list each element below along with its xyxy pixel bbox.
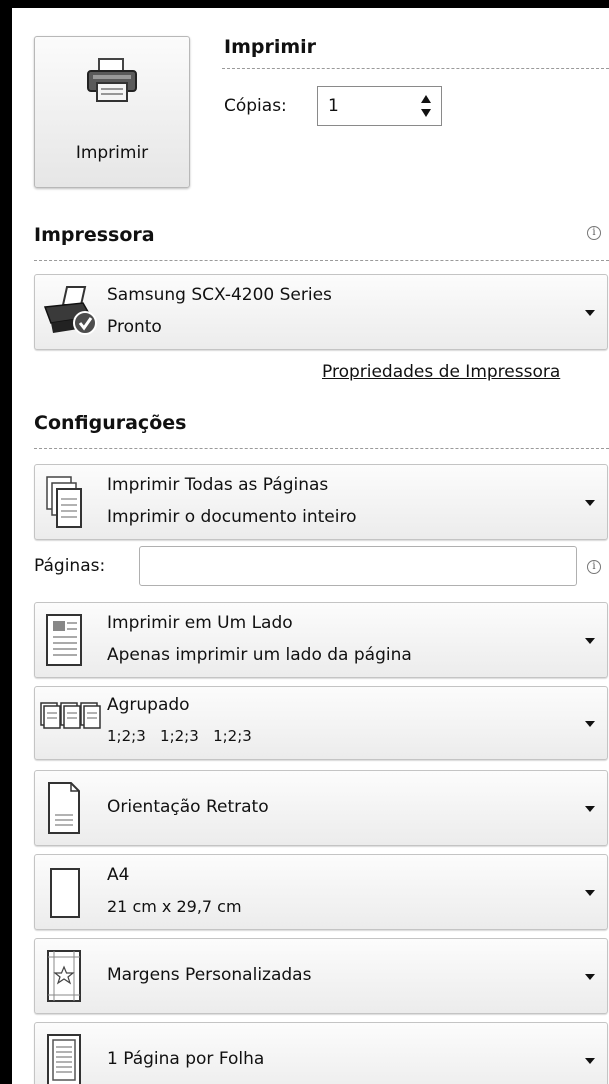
chevron-down-icon (585, 974, 595, 980)
collation-desc: 1;2;3 1;2;3 1;2;3 (107, 727, 252, 745)
printer-select[interactable]: Samsung SCX-4200 Series Pronto (34, 274, 608, 350)
divider (34, 448, 609, 449)
paper-size-icon (45, 867, 85, 925)
print-button-label: Imprimir (75, 143, 149, 163)
duplex-title: Imprimir em Um Lado (107, 613, 293, 633)
pages-input[interactable] (139, 546, 577, 586)
print-title: Imprimir (224, 36, 317, 58)
printer-icon (85, 57, 139, 107)
printer-name: Samsung SCX-4200 Series (107, 285, 332, 305)
print-range-title: Imprimir Todas as Páginas (107, 475, 329, 495)
paper-size-desc: 21 cm x 29,7 cm (107, 897, 242, 916)
pages-per-sheet-title: 1 Página por Folha (107, 1049, 265, 1069)
pages-stack-icon (45, 475, 85, 535)
duplex-select[interactable]: Imprimir em Um Lado Apenas imprimir um l… (34, 602, 608, 678)
printer-ready-icon (41, 283, 103, 347)
print-panel: Imprimir Imprimir Cópias: 1 Impressora i… (12, 8, 609, 1084)
custom-margins-icon (45, 949, 85, 1009)
printer-properties-link[interactable]: Propriedades de Impressora (322, 362, 560, 382)
pages-per-sheet-icon (45, 1033, 85, 1084)
collation-select[interactable]: Agrupado 1;2;3 1;2;3 1;2;3 (34, 686, 608, 760)
chevron-down-icon (585, 806, 595, 812)
collation-title: Agrupado (107, 695, 190, 715)
info-icon[interactable]: i (587, 560, 601, 574)
chevron-down-icon (585, 721, 595, 727)
chevron-down-icon (585, 1058, 595, 1064)
copies-value: 1 (328, 96, 339, 116)
settings-section-title: Configurações (34, 412, 187, 434)
orientation-select[interactable]: Orientação Retrato (34, 770, 608, 846)
printer-section-title: Impressora (34, 224, 155, 246)
printer-status: Pronto (107, 317, 162, 337)
one-sided-icon (45, 613, 85, 673)
spinner-arrows-icon[interactable] (419, 91, 433, 121)
margins-title: Margens Personalizadas (107, 965, 312, 985)
divider (222, 68, 609, 69)
print-range-desc: Imprimir o documento inteiro (107, 507, 357, 527)
margins-select[interactable]: Margens Personalizadas (34, 938, 608, 1014)
collated-icon (39, 697, 101, 741)
pages-per-sheet-select[interactable]: 1 Página por Folha (34, 1022, 608, 1084)
divider (34, 260, 609, 261)
print-range-select[interactable]: Imprimir Todas as Páginas Imprimir o doc… (34, 464, 608, 540)
portrait-page-icon (45, 781, 85, 841)
print-button[interactable]: Imprimir (34, 36, 190, 188)
chevron-down-icon (585, 500, 595, 506)
copies-spinner[interactable]: 1 (317, 86, 442, 126)
chevron-down-icon (585, 638, 595, 644)
duplex-desc: Apenas imprimir um lado da página (107, 645, 412, 665)
pages-label: Páginas: (34, 556, 106, 576)
copies-label: Cópias: (224, 96, 287, 116)
orientation-title: Orientação Retrato (107, 797, 269, 817)
paper-size-title: A4 (107, 865, 130, 885)
chevron-down-icon (585, 890, 595, 896)
paper-size-select[interactable]: A4 21 cm x 29,7 cm (34, 854, 608, 930)
info-icon[interactable]: i (587, 226, 601, 240)
chevron-down-icon (585, 310, 595, 316)
